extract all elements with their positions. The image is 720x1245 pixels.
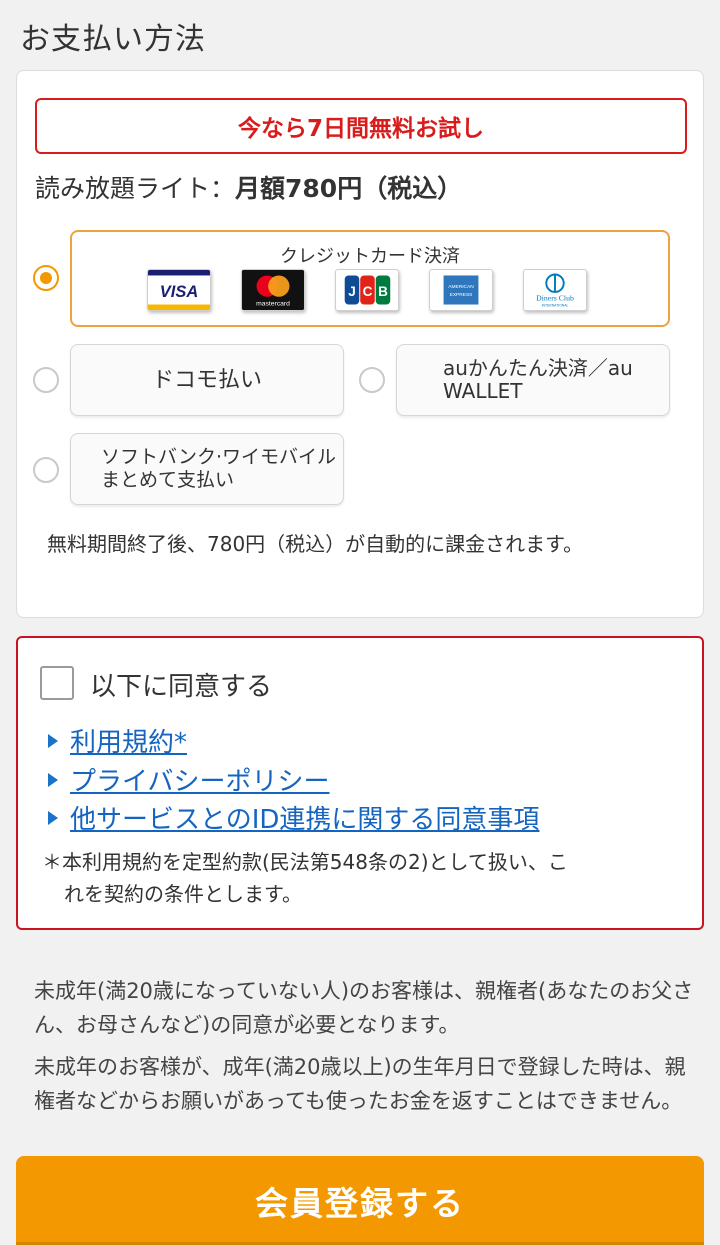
svg-text:mastercard: mastercard bbox=[256, 301, 290, 308]
auto-charge-note: 無料期間終了後、780円（税込）が自動的に課金されます。 bbox=[47, 532, 584, 556]
plan-price: 月額780円（税込） bbox=[235, 174, 463, 203]
payment-method-card: 今なら7日間無料お試し 読み放題ライト：月額780円（税込） クレジットカード決… bbox=[16, 70, 704, 618]
terms-note-line1: ＊本利用規約を定型約款(民法第548条の2)として扱い、こ bbox=[42, 850, 568, 874]
au-payment-option[interactable]: auかんたん決済／au WALLET bbox=[396, 344, 670, 416]
minor-refund-notice: 未成年のお客様が、成年(満20歳以上)の生年月日で登録した時は、親権者などからお… bbox=[34, 1055, 686, 1113]
amex-logo: AMERICAN EXPRESS bbox=[429, 269, 493, 311]
id-linkage-consent-link[interactable]: 他サービスとのID連携に関する同意事項 bbox=[70, 799, 539, 836]
plan-info: 読み放題ライト：月額780円（税込） bbox=[35, 169, 462, 205]
agreement-box: 以下に同意する 利用規約* プライバシーポリシー 他サービスとのID連携に関する… bbox=[16, 636, 704, 930]
privacy-policy-link[interactable]: プライバシーポリシー bbox=[70, 761, 329, 798]
minor-consent-notice: 未成年(満20歳になっていない人)のお客様は、親権者(あなたのお父さん、お母さん… bbox=[34, 979, 694, 1037]
svg-text:EXPRESS: EXPRESS bbox=[450, 292, 473, 298]
credit-card-label: クレジットカード決済 bbox=[280, 246, 460, 267]
softbank-payment-option[interactable]: ソフトバンク·ワイモバイル まとめて支払い bbox=[70, 433, 344, 505]
card-brand-logos: VISA mastercard J C B AMERICAN EXPRESS D… bbox=[147, 269, 587, 311]
au-payment-label: auかんたん決済／au WALLET bbox=[443, 356, 633, 403]
docomo-radio[interactable] bbox=[33, 367, 59, 393]
privacy-link-row[interactable]: プライバシーポリシー bbox=[48, 761, 329, 798]
credit-card-option[interactable]: クレジットカード決済 VISA mastercard J C B AMERICA… bbox=[70, 230, 670, 327]
terms-note-line2: れを契約の条件とします。 bbox=[64, 882, 302, 906]
svg-text:J: J bbox=[348, 284, 356, 299]
page-title: お支払い方法 bbox=[20, 22, 206, 57]
softbank-radio[interactable] bbox=[33, 457, 59, 483]
jcb-logo: J C B bbox=[335, 269, 399, 311]
register-button[interactable]: 会員登録する bbox=[16, 1156, 704, 1245]
svg-text:Diners Club: Diners Club bbox=[536, 294, 574, 303]
docomo-payment-label: ドコモ払い bbox=[151, 367, 262, 393]
triangle-bullet-icon bbox=[48, 772, 58, 787]
plan-name: 読み放題ライト： bbox=[35, 174, 236, 203]
mastercard-logo: mastercard bbox=[241, 269, 305, 311]
triangle-bullet-icon bbox=[48, 733, 58, 748]
svg-text:AMERICAN: AMERICAN bbox=[448, 284, 474, 290]
docomo-payment-option[interactable]: ドコモ払い bbox=[70, 344, 344, 416]
svg-text:VISA: VISA bbox=[160, 283, 198, 301]
svg-text:C: C bbox=[363, 284, 373, 299]
svg-text:INTERNATIONAL: INTERNATIONAL bbox=[542, 303, 569, 307]
au-radio[interactable] bbox=[359, 367, 385, 393]
svg-text:B: B bbox=[378, 284, 388, 299]
terms-note: ＊本利用規約を定型約款(民法第548条の2)として扱い、こ れを契約の条件としま… bbox=[42, 846, 682, 910]
agree-checkbox[interactable] bbox=[40, 666, 74, 700]
triangle-bullet-icon bbox=[48, 810, 58, 825]
id-link-consent-row[interactable]: 他サービスとのID連携に関する同意事項 bbox=[48, 799, 539, 836]
visa-logo: VISA bbox=[147, 269, 211, 311]
credit-card-radio[interactable] bbox=[33, 265, 59, 291]
agree-label[interactable]: 以下に同意する bbox=[90, 666, 272, 703]
softbank-payment-label-line2: まとめて支払い bbox=[101, 469, 235, 491]
diners-club-logo: Diners Club INTERNATIONAL bbox=[523, 269, 587, 311]
terms-link-row[interactable]: 利用規約* bbox=[48, 722, 187, 759]
softbank-payment-label-line1: ソフトバンク·ワイモバイル bbox=[101, 446, 336, 468]
terms-of-use-link[interactable]: 利用規約* bbox=[70, 722, 187, 759]
free-trial-banner: 今なら7日間無料お試し bbox=[35, 98, 687, 154]
